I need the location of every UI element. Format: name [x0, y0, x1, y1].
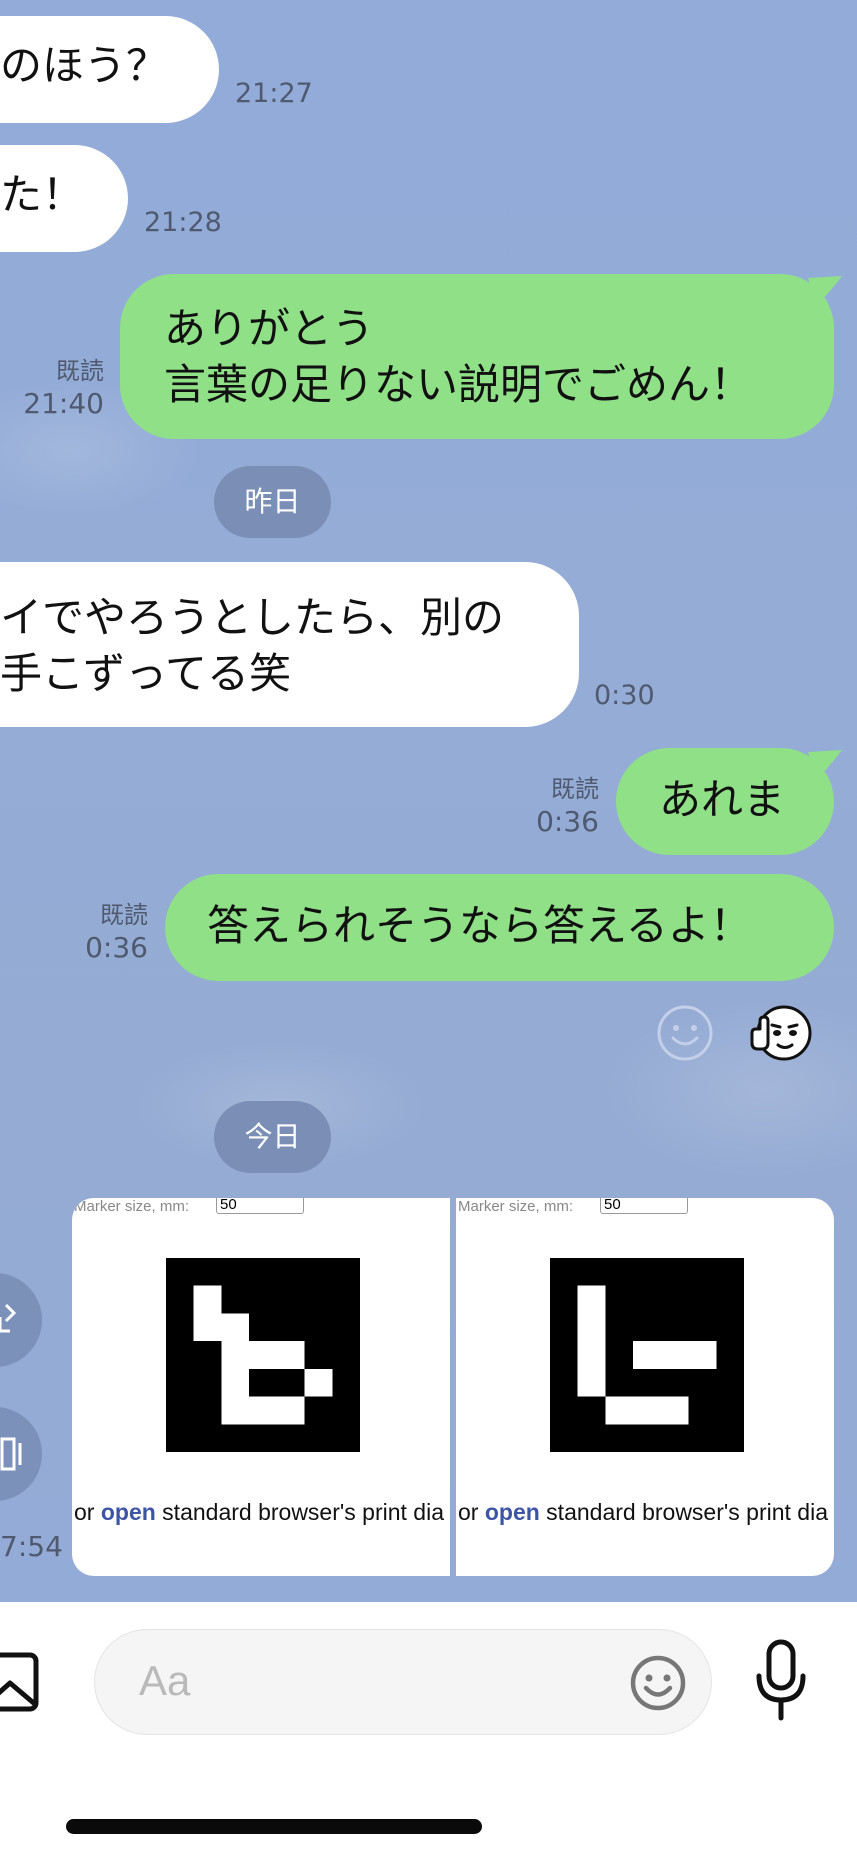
message-time: 0:30 [594, 680, 655, 711]
open-link: open [484, 1499, 540, 1525]
chat-area[interactable]: のほう？ 21:27 た！ 21:28 既読 21:40 ありがとう 言葉の足り… [0, 0, 857, 1602]
message-bubble-outgoing[interactable]: あれま [616, 748, 834, 855]
message-text: のほう？ [0, 41, 169, 90]
bubble-tail [808, 750, 842, 780]
message-text-line: ありがとう [164, 304, 375, 353]
message-time: 21:27 [235, 78, 313, 109]
message-meta: 既読 0:36 [85, 900, 148, 966]
caption-text: or [458, 1499, 485, 1525]
save-icon [0, 1437, 22, 1471]
read-receipt: 既読 [100, 901, 148, 929]
message-time: 7:54 [0, 1530, 63, 1563]
message-text-line: 手こずってる笑 [0, 649, 292, 698]
thumbs-up-face-icon[interactable] [748, 1003, 814, 1063]
date-separator-today: 今日 [214, 1101, 331, 1173]
image-icon[interactable] [0, 1649, 42, 1715]
marker-size-label: Marker size, mm: [74, 1198, 190, 1215]
message-text-line: 言葉の足りない説明でごめん！ [164, 360, 753, 409]
caption-text: standard browser's print dia [155, 1499, 444, 1525]
message-time: 21:28 [144, 207, 222, 238]
message-bubble-outgoing[interactable]: ありがとう 言葉の足りない説明でごめん！ [120, 274, 834, 439]
message-input-placeholder: Aa [139, 1657, 191, 1704]
composer-bar: Aa [0, 1602, 857, 1856]
card-caption: or open standard browser's print dia [458, 1499, 828, 1526]
message-text-line: イでやろうとしたら、別の [0, 593, 505, 642]
message-time: 21:40 [23, 387, 104, 420]
message-bubble-outgoing[interactable]: 答えられそうなら答えるよ！ [165, 874, 834, 981]
message-input[interactable]: Aa [94, 1629, 712, 1735]
message-meta: 既読 21:40 [23, 356, 104, 422]
message-text: 答えられそうなら答えるよ！ [207, 901, 752, 950]
marker-size-label: Marker size, mm: [458, 1198, 574, 1215]
bubble-tail [808, 276, 842, 306]
card-caption: or open standard browser's print dia [74, 1499, 444, 1526]
image-card[interactable]: Marker size, mm: 50 or open standard bro… [72, 1198, 450, 1576]
message-bubble-incoming[interactable]: イでやろうとしたら、別の 手こずってる笑 [0, 562, 579, 727]
marker-size-input: 50 [600, 1198, 688, 1214]
caption-text: or [74, 1499, 101, 1525]
marker-size-input: 50 [216, 1198, 304, 1214]
image-card[interactable]: Marker size, mm: 50 or open standard bro… [456, 1198, 834, 1576]
message-bubble-incoming[interactable]: た！ [0, 145, 128, 252]
message-time: 0:36 [536, 805, 599, 838]
share-icon [0, 1303, 17, 1333]
share-button[interactable] [0, 1273, 42, 1367]
smiley-outline-icon[interactable] [656, 1004, 714, 1062]
message-text: あれま [659, 775, 786, 824]
open-link: open [100, 1499, 156, 1525]
save-button[interactable] [0, 1407, 42, 1501]
date-separator-yesterday: 昨日 [214, 466, 331, 538]
message-bubble-incoming[interactable]: のほう？ [0, 16, 219, 123]
aruco-marker-image [166, 1258, 360, 1452]
message-time: 0:36 [85, 931, 148, 964]
home-indicator[interactable] [66, 1819, 482, 1834]
microphone-icon[interactable] [753, 1638, 809, 1724]
read-receipt: 既読 [56, 357, 104, 385]
aruco-marker-image [550, 1258, 744, 1452]
emoji-icon[interactable] [629, 1654, 687, 1712]
message-text: た！ [0, 170, 85, 219]
message-meta: 既読 0:36 [536, 774, 599, 840]
background-cloud [600, 1000, 857, 1180]
read-receipt: 既読 [551, 775, 599, 803]
caption-text: standard browser's print dia [539, 1499, 828, 1525]
